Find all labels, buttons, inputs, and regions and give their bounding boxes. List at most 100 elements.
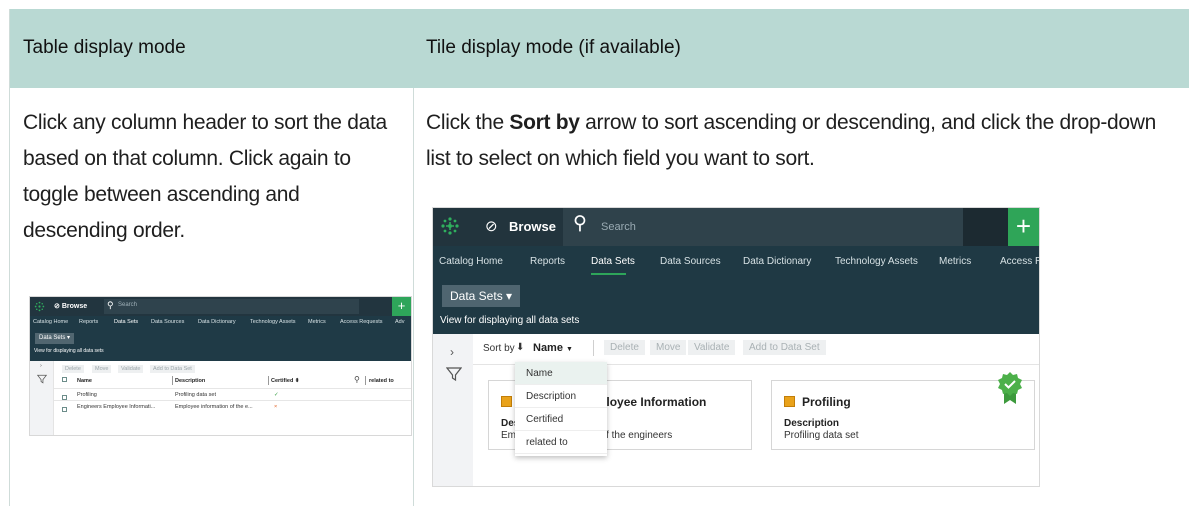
logo-icon bbox=[34, 301, 45, 312]
add-button[interactable]: + bbox=[392, 297, 411, 316]
sort-option-related-to[interactable]: related to bbox=[515, 431, 607, 454]
chevron-right-icon[interactable]: › bbox=[40, 363, 42, 369]
nav-item-data-dictionary[interactable]: Data Dictionary bbox=[743, 256, 811, 267]
move-button[interactable]: Move bbox=[650, 340, 687, 355]
toolbar-spacer bbox=[963, 208, 1010, 246]
column-header-description[interactable]: Description bbox=[175, 378, 205, 384]
header-label: Table display mode bbox=[23, 37, 186, 58]
cell-name[interactable]: Engineers Employee Informati... bbox=[77, 404, 155, 410]
tile-mode-screenshot: ⊘ Browse ⚲ Search + Catalog Home Reports… bbox=[432, 207, 1040, 487]
nav-item-technology-assets[interactable]: Technology Assets bbox=[835, 256, 918, 267]
column-header: Table display mode bbox=[9, 9, 413, 88]
nav-item-reports[interactable]: Reports bbox=[530, 256, 565, 267]
tile-description-label: Description bbox=[784, 418, 840, 429]
header-band: Data Sets ▾ View for displaying all data… bbox=[30, 329, 411, 361]
nav-item-access-requests[interactable]: Access Requests bbox=[340, 319, 383, 325]
certified-badge-icon bbox=[998, 372, 1022, 404]
column-divider bbox=[268, 376, 269, 385]
select-all-checkbox[interactable] bbox=[62, 377, 67, 384]
table-row[interactable]: Engineers Employee Informati... Employee… bbox=[54, 400, 411, 412]
cell-description: Profiling data set bbox=[175, 392, 216, 398]
nav-bar: Catalog Home Reports Data Sets Data Sour… bbox=[433, 246, 1039, 276]
delete-button[interactable]: Delete bbox=[62, 365, 84, 373]
nav-item-technology-assets[interactable]: Technology Assets bbox=[250, 319, 296, 325]
sort-option-description[interactable]: Description bbox=[515, 385, 607, 408]
doc-table: Table display mode Click any column head… bbox=[9, 9, 1189, 506]
nav-item-data-sets[interactable]: Data Sets bbox=[114, 319, 138, 325]
data-set-icon bbox=[501, 396, 512, 407]
browse-button[interactable]: Browse bbox=[509, 219, 556, 234]
nav-item-reports[interactable]: Reports bbox=[79, 319, 98, 325]
delete-button[interactable]: Delete bbox=[604, 340, 645, 355]
search-icon: ⚲ bbox=[573, 213, 587, 234]
view-description: View for displaying all data sets bbox=[440, 315, 580, 326]
data-set-icon bbox=[784, 396, 795, 407]
tile-description: Profiling data set bbox=[784, 430, 859, 441]
sort-direction-arrow-icon[interactable]: ⬇ bbox=[516, 342, 524, 353]
search-icon[interactable]: ⚲ bbox=[354, 375, 360, 384]
add-to-data-set-button[interactable]: Add to Data Set bbox=[150, 365, 195, 373]
move-button[interactable]: Move bbox=[92, 365, 112, 373]
column-header-certified[interactable]: Certified ⬍ bbox=[271, 378, 299, 384]
nav-item-metrics[interactable]: Metrics bbox=[308, 319, 326, 325]
search-icon: ⚲ bbox=[107, 300, 114, 310]
toolbar-separator bbox=[593, 340, 594, 356]
data-sets-dropdown[interactable]: Data Sets ▾ bbox=[442, 285, 521, 307]
nav-item-access-requests[interactable]: Access R bbox=[1000, 256, 1039, 267]
column-header-name[interactable]: Name bbox=[77, 378, 92, 384]
tile-display-column: Tile display mode (if available) Click t… bbox=[413, 9, 1189, 506]
column-header-related-to[interactable]: related to bbox=[369, 378, 394, 384]
sort-field-menu: Name Description Certified related to bbox=[515, 362, 607, 456]
top-bar: ⊘ Browse ⚲ Search + bbox=[30, 297, 411, 316]
view-description: View for displaying all data sets bbox=[34, 348, 104, 354]
cell-name[interactable]: Profiling bbox=[77, 392, 97, 398]
validate-button[interactable]: Validate bbox=[688, 340, 736, 355]
add-to-data-set-button[interactable]: Add to Data Set bbox=[743, 340, 826, 355]
nav-item-catalog-home[interactable]: Catalog Home bbox=[33, 319, 68, 325]
caret-down-icon: ▼ bbox=[565, 346, 573, 353]
chevron-right-icon[interactable]: › bbox=[450, 345, 454, 359]
sort-by-label: Sort by bbox=[483, 343, 515, 354]
nav-item-catalog-home[interactable]: Catalog Home bbox=[439, 256, 503, 267]
table-row[interactable]: Profiling Profiling data set ✓ bbox=[54, 388, 411, 400]
instruction-text: Click the Sort by arrow to sort ascendin… bbox=[426, 111, 1157, 170]
nav-item-data-sources[interactable]: Data Sources bbox=[660, 256, 721, 267]
logo-icon bbox=[441, 217, 459, 235]
filter-icon[interactable] bbox=[37, 374, 47, 384]
nav-item-data-sets[interactable]: Data Sets bbox=[591, 256, 635, 267]
sort-by-emphasis: Sort by bbox=[509, 111, 580, 134]
tile-title[interactable]: Profiling bbox=[802, 395, 851, 409]
nav-bar: Catalog Home Reports Data Sets Data Sour… bbox=[30, 316, 411, 329]
validate-button[interactable]: Validate bbox=[118, 365, 144, 373]
table-mode-screenshot: ⊘ Browse ⚲ Search + Catalog Home Reports… bbox=[29, 296, 412, 436]
browse-button[interactable]: ⊘ Browse bbox=[54, 302, 87, 310]
column-divider bbox=[172, 376, 173, 385]
not-certified-icon: × bbox=[274, 404, 278, 410]
certified-check-icon: ✓ bbox=[274, 392, 279, 398]
header-label: Tile display mode (if available) bbox=[426, 37, 681, 58]
filter-icon[interactable] bbox=[446, 366, 462, 382]
column-header: Tile display mode (if available) bbox=[413, 9, 1189, 88]
data-sets-dropdown[interactable]: Data Sets ▾ bbox=[35, 333, 75, 344]
data-set-tile[interactable]: Profiling Description Profiling data set bbox=[771, 372, 1035, 450]
active-tab-indicator bbox=[591, 273, 626, 275]
left-rail: › bbox=[433, 334, 473, 486]
compass-icon: ⊘ bbox=[54, 303, 62, 310]
cell-description: Employee information of the e... bbox=[175, 404, 253, 410]
add-button[interactable]: + bbox=[1008, 208, 1039, 246]
nav-item-adv[interactable]: Adv bbox=[395, 319, 404, 325]
sort-field-dropdown[interactable]: Name ▼ bbox=[533, 342, 573, 354]
browse-label: Browse bbox=[61, 303, 88, 310]
sort-option-name[interactable]: Name bbox=[515, 362, 607, 385]
table-display-column: Table display mode Click any column head… bbox=[9, 9, 413, 506]
nav-item-metrics[interactable]: Metrics bbox=[939, 256, 971, 267]
nav-item-data-dictionary[interactable]: Data Dictionary bbox=[198, 319, 236, 325]
column-divider bbox=[365, 376, 366, 385]
instruction-text: Click any column header to sort the data… bbox=[23, 111, 387, 242]
search-placeholder: Search bbox=[118, 302, 138, 308]
search-placeholder: Search bbox=[601, 221, 636, 233]
left-rail: › bbox=[30, 361, 54, 435]
search-box[interactable] bbox=[104, 299, 359, 314]
sort-option-certified[interactable]: Certified bbox=[515, 408, 607, 431]
nav-item-data-sources[interactable]: Data Sources bbox=[151, 319, 184, 325]
